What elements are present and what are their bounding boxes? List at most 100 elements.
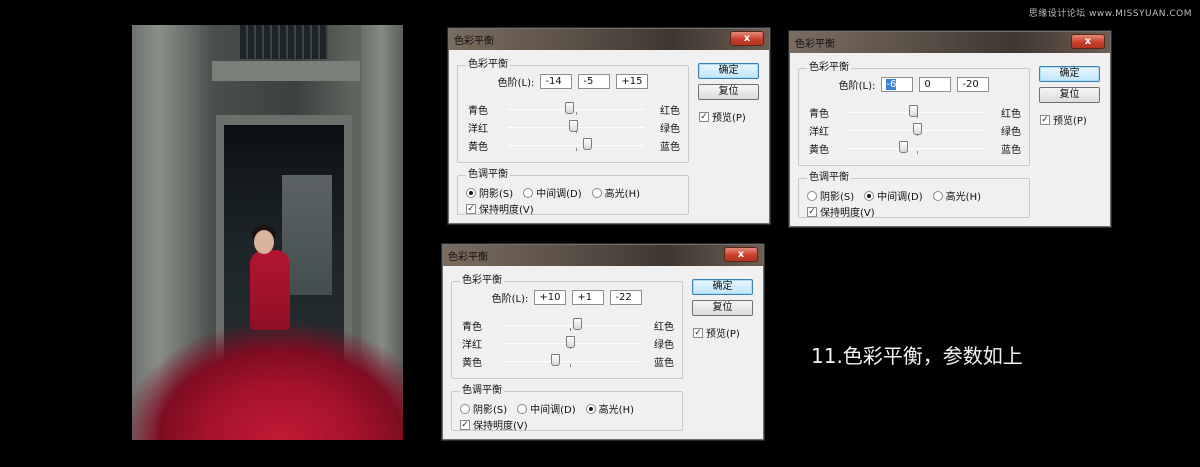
radio-dot	[460, 403, 470, 414]
level-input-magenta-green[interactable]: 0	[919, 77, 952, 92]
level-value: +10	[539, 292, 561, 303]
slider-track	[502, 325, 638, 326]
title-bar[interactable]: 色彩平衡 x	[449, 29, 769, 50]
close-button[interactable]: x	[1071, 34, 1105, 49]
slider-row: 青色 红色	[809, 105, 1021, 120]
preview-checkbox[interactable]: ✓ 预览(P)	[693, 325, 740, 340]
slider-left-label: 洋红	[809, 126, 829, 138]
slider-center-tick	[576, 148, 577, 151]
photo-lintel	[212, 61, 360, 81]
preserve-luminosity-checkbox[interactable]: ✓ 保持明度(V)	[807, 204, 875, 219]
radio-label: 高光(H)	[598, 405, 634, 416]
radio-dot	[523, 187, 534, 198]
tone-radio-0[interactable]: 阴影(S)	[466, 185, 513, 200]
tone-balance-group: 色调平衡 阴影(S) 中间调(D) 高光(H) ✓ 保持明度(V)	[451, 385, 683, 432]
slider-right-label: 蓝色	[1001, 144, 1021, 156]
color-balance-dialog-3: 色彩平衡 x 色彩平衡 色阶(L): +10 +1 -22 青色 红色 洋红 绿…	[442, 244, 764, 440]
color-slider[interactable]	[502, 354, 638, 368]
preserve-luminosity-checkbox[interactable]: ✓ 保持明度(V)	[466, 201, 534, 216]
slider-thumb[interactable]	[582, 138, 592, 150]
slider-center-tick	[570, 364, 571, 367]
slider-thumb[interactable]	[913, 123, 922, 135]
tone-radio-1[interactable]: 中间调(D)	[864, 188, 923, 203]
reset-button[interactable]: 复位	[692, 300, 753, 316]
checkbox-label: 保持明度(V)	[820, 208, 875, 219]
level-value: -6	[886, 79, 897, 90]
tone-radio-0[interactable]: 阴影(S)	[807, 188, 854, 203]
level-input-magenta-green[interactable]: +1	[572, 290, 605, 305]
slider-row: 青色 红色	[462, 318, 674, 333]
slider-thumb[interactable]	[551, 354, 561, 366]
level-input-cyan-red[interactable]: -6	[881, 77, 914, 92]
radio-dot	[807, 190, 817, 201]
preserve-luminosity-checkbox[interactable]: ✓ 保持明度(V)	[460, 417, 528, 432]
checkbox-box: ✓	[466, 203, 476, 214]
ok-button[interactable]: 确定	[692, 279, 753, 295]
color-slider[interactable]	[508, 138, 644, 152]
slider-thumb[interactable]	[899, 141, 909, 153]
dialog-title: 色彩平衡	[454, 36, 494, 47]
color-slider[interactable]	[502, 318, 638, 332]
level-value: -5	[583, 76, 594, 87]
radio-dot	[864, 190, 875, 201]
title-bar[interactable]: 色彩平衡 x	[443, 245, 763, 266]
slider-track	[508, 109, 644, 110]
ok-button[interactable]: 确定	[1039, 66, 1100, 82]
color-slider[interactable]	[502, 336, 638, 350]
tone-radio-0[interactable]: 阴影(S)	[460, 401, 507, 416]
slider-row: 黄色 蓝色	[809, 141, 1021, 156]
radio-dot	[517, 403, 528, 414]
slider-center-tick	[570, 328, 571, 331]
color-slider[interactable]	[508, 120, 644, 134]
tone-radio-1[interactable]: 中间调(D)	[523, 185, 582, 200]
radio-label: 阴影(S)	[473, 405, 508, 416]
color-slider[interactable]	[849, 141, 985, 155]
slider-center-tick	[917, 151, 918, 154]
color-slider[interactable]	[508, 102, 644, 116]
level-input-cyan-red[interactable]: +10	[534, 290, 567, 305]
radio-label: 阴影(S)	[820, 192, 855, 203]
checkbox-box: ✓	[1040, 114, 1050, 125]
color-slider[interactable]	[849, 123, 985, 137]
level-input-yellow-blue[interactable]: -20	[957, 77, 990, 92]
close-button[interactable]: x	[730, 31, 764, 46]
level-input-yellow-blue[interactable]: -22	[610, 290, 643, 305]
level-input-cyan-red[interactable]: -14	[540, 74, 573, 89]
levels-row: 色阶(L): -6 0 -20	[799, 77, 1029, 92]
slider-thumb[interactable]	[565, 102, 575, 114]
tone-radio-row: 阴影(S) 中间调(D) 高光(H)	[460, 401, 634, 416]
slider-thumb[interactable]	[908, 105, 918, 117]
slider-right-label: 绿色	[654, 339, 674, 351]
ok-button[interactable]: 确定	[698, 63, 759, 79]
close-button[interactable]: x	[724, 247, 758, 262]
checkbox-label: 保持明度(V)	[473, 421, 528, 432]
reset-button[interactable]: 复位	[1039, 87, 1100, 103]
title-bar[interactable]: 色彩平衡 x	[790, 32, 1110, 53]
tone-radio-2[interactable]: 高光(H)	[591, 185, 640, 200]
color-slider[interactable]	[849, 105, 985, 119]
group-label: 色彩平衡	[460, 275, 504, 287]
slider-row: 黄色 蓝色	[462, 354, 674, 369]
radio-label: 中间调(D)	[536, 189, 582, 200]
slider-left-label: 洋红	[462, 339, 482, 351]
level-input-magenta-green[interactable]: -5	[578, 74, 611, 89]
slider-thumb[interactable]	[569, 120, 579, 132]
slider-thumb[interactable]	[566, 336, 575, 348]
slider-thumb[interactable]	[572, 318, 582, 330]
color-balance-group: 色彩平衡 色阶(L): -6 0 -20 青色 红色 洋红 绿色 黄色 蓝色	[798, 62, 1030, 166]
radio-dot	[932, 190, 943, 201]
color-balance-dialog-2: 色彩平衡 x 色彩平衡 色阶(L): -6 0 -20 青色 红色 洋红 绿色 …	[789, 31, 1111, 227]
tone-radio-1[interactable]: 中间调(D)	[517, 401, 576, 416]
reset-button[interactable]: 复位	[698, 84, 759, 100]
level-input-yellow-blue[interactable]: +15	[616, 74, 649, 89]
tone-balance-group: 色调平衡 阴影(S) 中间调(D) 高光(H) ✓ 保持明度(V)	[457, 169, 689, 216]
preview-checkbox[interactable]: ✓ 预览(P)	[699, 109, 746, 124]
tone-radio-2[interactable]: 高光(H)	[932, 188, 981, 203]
preview-checkbox[interactable]: ✓ 预览(P)	[1040, 112, 1087, 127]
checkbox-label: 预览(P)	[712, 113, 746, 124]
radio-dot	[591, 187, 602, 198]
photo-head	[254, 230, 274, 254]
tone-balance-group: 色调平衡 阴影(S) 中间调(D) 高光(H) ✓ 保持明度(V)	[798, 172, 1030, 219]
tone-radio-2[interactable]: 高光(H)	[585, 401, 634, 416]
level-value: -14	[545, 76, 562, 87]
